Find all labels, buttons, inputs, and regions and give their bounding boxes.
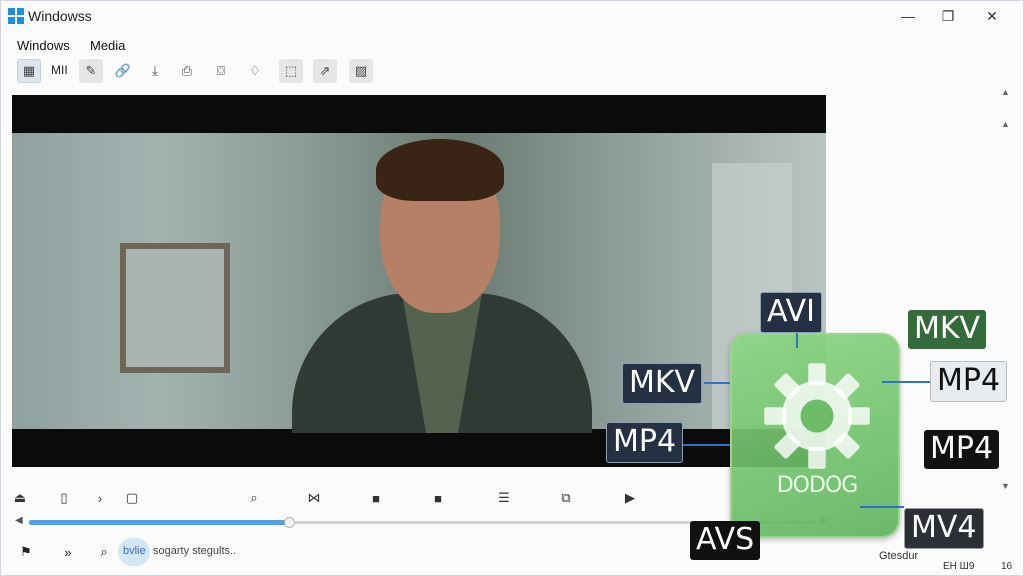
scroll-down-icon[interactable]: ▼ xyxy=(1001,481,1010,491)
seek-back-icon[interactable]: ◀ xyxy=(15,515,23,526)
window-title: Windowss xyxy=(28,8,92,24)
bowtie-icon[interactable]: ⋈ xyxy=(303,487,325,509)
crop-icon[interactable]: ⬚ xyxy=(279,59,303,83)
export-icon[interactable]: ⇗ xyxy=(313,59,337,83)
title-bar: Windowss — ❐ ✕ xyxy=(1,1,1023,31)
actor-figure xyxy=(292,139,592,433)
app-window: Windowss — ❐ ✕ Windows Media ▦ MII ✎ 🔗 ⤓… xyxy=(0,0,1024,576)
bottom-bar: ⚑ » ⌕ xyxy=(1,541,1001,563)
play-skip-icon[interactable]: ▶ xyxy=(619,487,641,509)
playback-controls: ⏏ ▯ › ▢ ⌕ ⋈ ■ ■ ☰ ⧉ ▶ xyxy=(1,487,1001,509)
seek-track[interactable] xyxy=(29,517,817,528)
list-icon[interactable]: ☰ xyxy=(493,487,515,509)
background-door xyxy=(712,163,792,429)
corner-label: Gtesdur xyxy=(879,550,919,562)
eject-icon[interactable]: ⏏ xyxy=(9,487,31,509)
gallery-icon[interactable]: ▨ xyxy=(349,59,373,83)
windows-logo-icon xyxy=(8,8,24,24)
pencil-icon[interactable]: ✎ xyxy=(79,59,103,83)
video-player[interactable] xyxy=(12,95,826,467)
hair xyxy=(376,139,504,201)
shuffle-icon[interactable]: ⧉ xyxy=(555,487,577,509)
printer-icon[interactable]: ⎙ xyxy=(175,59,199,83)
wall-picture xyxy=(120,243,230,373)
search-icon[interactable]: ⌕ xyxy=(93,541,115,563)
next-icon[interactable]: › xyxy=(89,487,111,509)
file-icon[interactable]: ▯ xyxy=(53,487,75,509)
camera-icon[interactable]: ⌼ xyxy=(209,59,233,83)
chat-icon[interactable]: ▢ xyxy=(121,487,143,509)
seek-progress xyxy=(29,520,290,525)
search-icon[interactable]: ⌕ xyxy=(243,487,265,509)
grid-icon[interactable]: ▦ xyxy=(17,59,41,83)
bulb-icon[interactable]: ♢ xyxy=(243,59,267,83)
fast-forward-icon[interactable]: » xyxy=(57,541,79,563)
scroll-up-icon[interactable]: ▲ xyxy=(1001,87,1010,97)
seek-forward-icon[interactable]: ▶ xyxy=(821,515,829,526)
menu-media[interactable]: Media xyxy=(90,38,125,53)
seek-bar[interactable]: ◀ ▶ xyxy=(15,515,829,529)
link-icon[interactable]: 🔗 xyxy=(111,59,135,83)
status-text: sogarty stegults.. xyxy=(153,545,237,557)
download-icon[interactable]: ⤓ xyxy=(143,59,167,83)
close-button[interactable]: ✕ xyxy=(969,1,1015,31)
video-frame xyxy=(12,133,826,433)
maximize-button[interactable]: ❐ xyxy=(925,1,971,31)
scroll-up-small-icon[interactable]: ▲ xyxy=(1001,119,1010,129)
record-icon[interactable]: ■ xyxy=(365,487,387,509)
seek-thumb[interactable] xyxy=(284,517,296,528)
flag-icon[interactable]: ⚑ xyxy=(15,541,37,563)
status-chip-label: bvlie xyxy=(123,545,146,557)
menu-windows[interactable]: Windows xyxy=(17,38,70,53)
corner-left-text: ЕН Ш9 xyxy=(943,561,975,572)
vertical-scrollbar[interactable]: ▲ ▲ ▼ xyxy=(999,85,1013,495)
camera-icon[interactable]: ■ xyxy=(427,487,449,509)
corner-right-text: 16 xyxy=(1001,561,1013,572)
toolbar-label[interactable]: MII xyxy=(51,63,68,77)
